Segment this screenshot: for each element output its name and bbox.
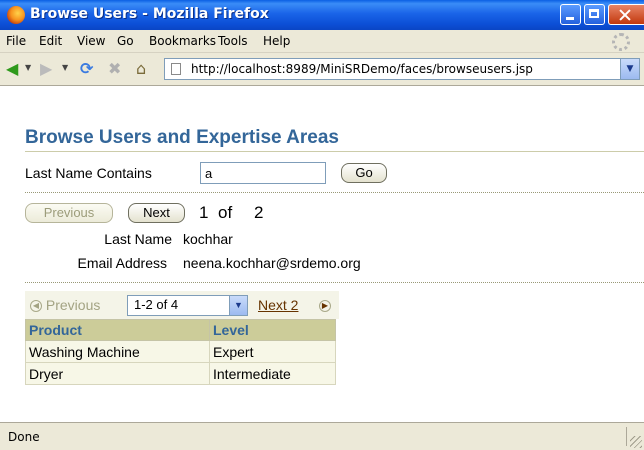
dotted-separator xyxy=(25,192,644,193)
menu-go[interactable]: Go xyxy=(117,34,134,48)
forward-dropdown-icon[interactable]: ▼ xyxy=(62,63,68,72)
expertise-next-link[interactable]: Next 2 xyxy=(258,297,298,313)
last-name-label: Last Name xyxy=(104,231,172,247)
last-name-value: kochhar xyxy=(183,231,233,247)
status-separator xyxy=(626,427,627,446)
range-dropdown-icon[interactable]: ▼ xyxy=(229,296,247,315)
home-icon[interactable]: ⌂ xyxy=(136,61,146,77)
minimize-button[interactable] xyxy=(560,4,581,25)
menu-view[interactable]: View xyxy=(77,34,105,48)
status-text: Done xyxy=(8,430,40,444)
menu-tools[interactable]: Tools xyxy=(218,34,248,48)
next-circle-icon[interactable]: ▶ xyxy=(319,300,331,312)
pager-current: 1 xyxy=(199,203,209,222)
navigation-toolbar: ◀ ▼ ▶ ▼ ⟳ ✖ ⌂ http://localhost:8989/Mini… xyxy=(0,53,644,86)
range-selected-value: 1-2 of 4 xyxy=(134,297,179,312)
email-address-label: Email Address xyxy=(77,255,167,271)
expertise-table: Product Level Washing Machine Expert Dry… xyxy=(25,319,336,385)
menu-edit[interactable]: Edit xyxy=(39,34,62,48)
level-cell: Intermediate xyxy=(209,362,336,385)
column-header-product[interactable]: Product xyxy=(25,319,210,341)
status-bar: Done xyxy=(0,422,644,450)
firefox-logo-icon xyxy=(7,6,25,24)
expertise-previous-label: Previous xyxy=(45,297,101,313)
table-row: Washing Machine Expert xyxy=(25,340,336,363)
window-title-bar[interactable]: Browse Users - Mozilla Firefox xyxy=(0,0,644,30)
address-dropdown-icon[interactable]: ▼ xyxy=(620,59,639,79)
title-divider xyxy=(25,151,644,152)
menu-help[interactable]: Help xyxy=(263,34,290,48)
forward-arrow-icon[interactable]: ▶ xyxy=(40,61,52,77)
address-bar[interactable]: http://localhost:8989/MiniSRDemo/faces/b… xyxy=(164,58,640,80)
menu-bar: File Edit View Go Bookmarks Tools Help xyxy=(0,30,644,53)
last-name-search-input[interactable] xyxy=(200,162,326,184)
table-header-row: Product Level xyxy=(25,319,336,341)
menu-file[interactable]: File xyxy=(6,34,26,48)
close-button[interactable] xyxy=(608,4,644,25)
email-address-value: neena.kochhar@srdemo.org xyxy=(183,255,361,271)
next-user-button[interactable]: Next xyxy=(128,203,185,223)
throbber-icon xyxy=(612,33,630,51)
reload-icon[interactable]: ⟳ xyxy=(80,61,93,77)
previous-circle-icon: ◀ xyxy=(30,300,42,313)
dotted-separator xyxy=(25,282,644,283)
previous-user-button[interactable]: Previous xyxy=(25,203,113,223)
expertise-previous-link[interactable]: ◀ Previous xyxy=(30,297,100,313)
pager-of: of xyxy=(218,203,233,222)
stop-icon[interactable]: ✖ xyxy=(108,61,121,77)
expertise-range-select[interactable]: 1-2 of 4 ▼ xyxy=(127,295,248,316)
maximize-button[interactable] xyxy=(584,4,605,25)
level-cell: Expert xyxy=(209,340,336,363)
menu-bookmarks[interactable]: Bookmarks xyxy=(149,34,216,48)
resize-grip-icon[interactable] xyxy=(630,436,642,448)
go-button[interactable]: Go xyxy=(341,163,387,183)
pager-total: 2 xyxy=(254,203,264,222)
back-arrow-icon[interactable]: ◀ xyxy=(6,61,18,77)
column-header-level[interactable]: Level xyxy=(209,319,336,341)
table-row: Dryer Intermediate xyxy=(25,362,336,385)
product-cell: Washing Machine xyxy=(25,340,210,363)
address-url[interactable]: http://localhost:8989/MiniSRDemo/faces/b… xyxy=(191,62,533,76)
last-name-contains-label: Last Name Contains xyxy=(25,165,152,181)
page-icon xyxy=(171,63,181,75)
page-title: Browse Users and Expertise Areas xyxy=(25,127,340,148)
product-cell: Dryer xyxy=(25,362,210,385)
window-title: Browse Users - Mozilla Firefox xyxy=(30,6,269,22)
back-dropdown-icon[interactable]: ▼ xyxy=(25,63,31,72)
